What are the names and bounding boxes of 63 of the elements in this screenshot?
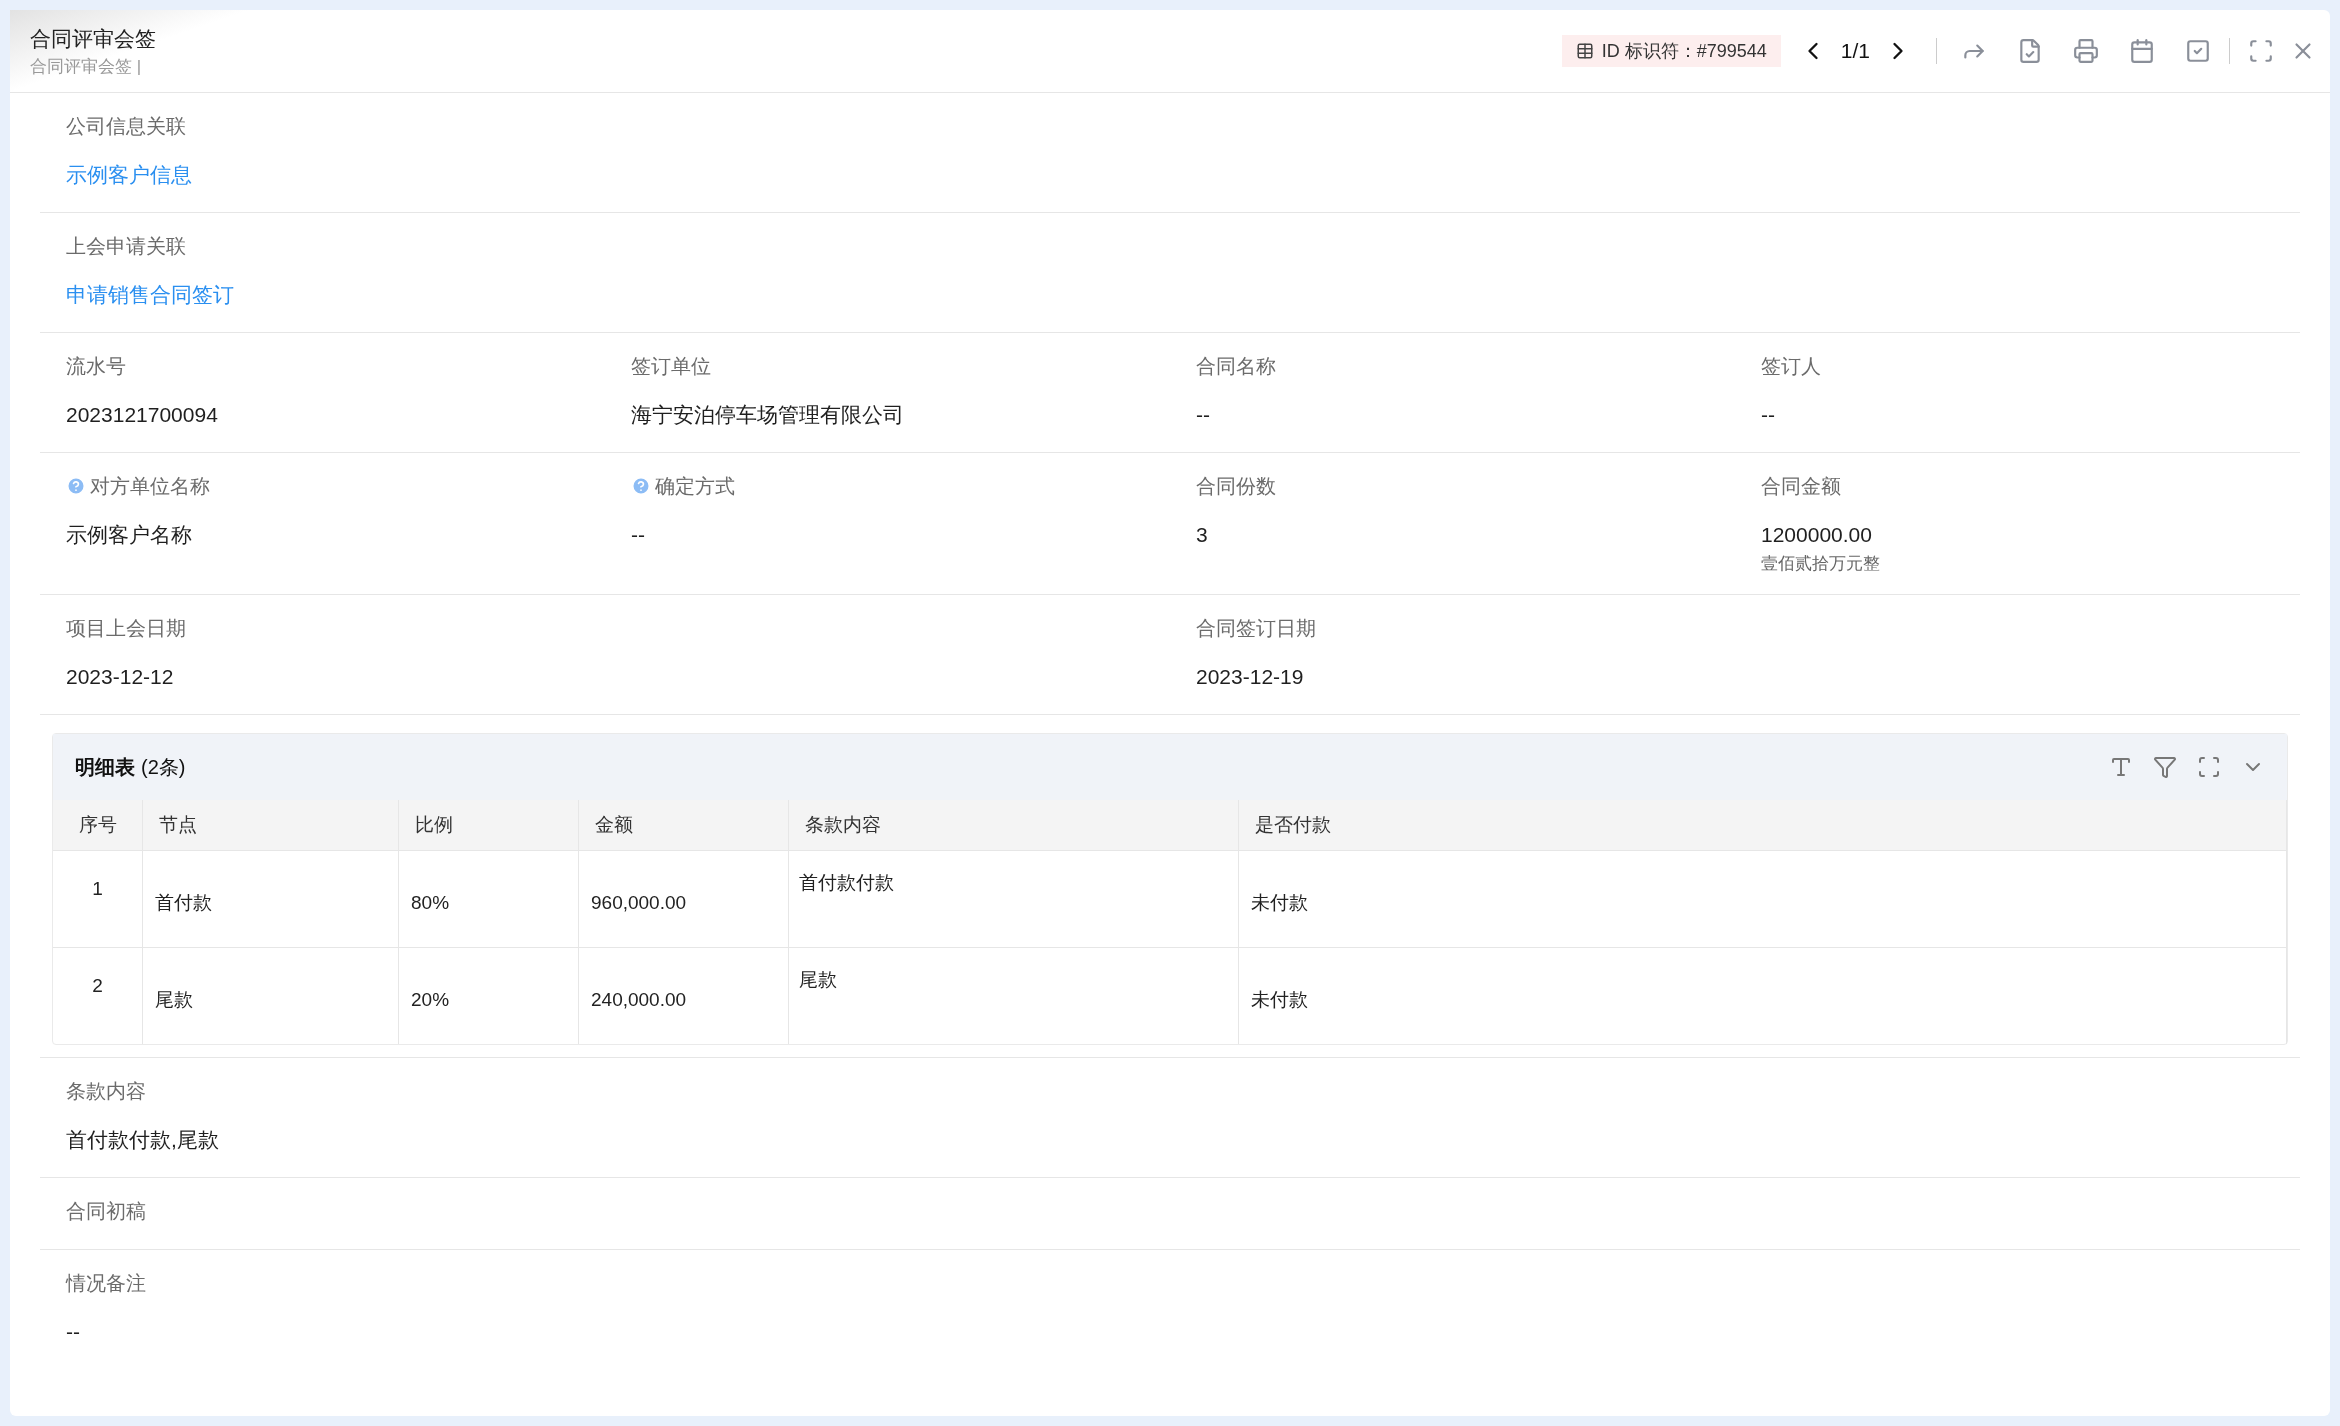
- field-label: 签订人: [1761, 354, 1821, 379]
- amount-in-words: 壹佰贰拾万元整: [1761, 552, 1880, 575]
- checkbox-icon[interactable]: [2185, 38, 2211, 64]
- field-value: 1200000.00: [1761, 522, 1872, 548]
- table-cell-text: 首付款付款: [799, 871, 894, 895]
- pager-text: 1/1: [1840, 38, 1870, 65]
- field-label: 项目上会日期: [66, 616, 186, 641]
- field-label: 对方单位名称: [90, 474, 210, 499]
- field-label: 上会申请关联: [66, 234, 186, 259]
- field-value: --: [66, 1319, 80, 1345]
- field-link[interactable]: 示例客户信息: [66, 159, 192, 191]
- table-cell-text: 未付款: [1251, 890, 1308, 915]
- table-cell-text: 1: [92, 877, 103, 901]
- column-header: 是否付款: [1255, 812, 1331, 837]
- field-value: --: [631, 522, 645, 548]
- column-header: 条款内容: [805, 812, 881, 837]
- field-link[interactable]: 申请销售合同签订: [66, 279, 234, 311]
- field-label: 签订单位: [631, 354, 711, 379]
- field-label: 合同初稿: [66, 1199, 146, 1224]
- column-header: 节点: [159, 812, 197, 837]
- field-value: 2023-12-19: [1196, 664, 1304, 690]
- filter-icon[interactable]: [2153, 755, 2177, 779]
- fullscreen-icon[interactable]: [2248, 38, 2274, 64]
- table-cell-text: 240,000.00: [591, 987, 687, 1012]
- field-label: 确定方式: [655, 474, 735, 499]
- field-value: --: [1196, 402, 1210, 428]
- column-header: 金额: [595, 812, 633, 837]
- field-value: 2023121700094: [66, 402, 218, 428]
- table-cell-text: 尾款: [799, 968, 837, 992]
- field-label: 合同名称: [1196, 354, 1276, 379]
- table-cell-text: 首付款: [155, 890, 212, 915]
- field-value: 首付款付款,尾款: [66, 1127, 219, 1153]
- table-cell-text: 尾款: [155, 987, 193, 1012]
- field-label: 合同签订日期: [1196, 616, 1316, 641]
- field-label: 条款内容: [66, 1079, 146, 1104]
- text-size-icon[interactable]: [2109, 755, 2133, 779]
- field-value: 示例客户名称: [66, 522, 192, 548]
- printer-icon[interactable]: [2073, 38, 2099, 64]
- field-value: 3: [1196, 522, 1208, 548]
- field-label: 流水号: [66, 354, 126, 379]
- table-cell-text: 80%: [411, 890, 450, 915]
- column-header: 比例: [415, 812, 453, 837]
- column-header: 序号: [78, 812, 117, 837]
- field-label: 公司信息关联: [66, 114, 186, 139]
- field-label: 合同份数: [1196, 474, 1276, 499]
- table-cell-text: 未付款: [1251, 987, 1308, 1012]
- calendar-icon[interactable]: [2129, 38, 2155, 64]
- field-value: --: [1761, 402, 1775, 428]
- table-cell-text: 20%: [411, 987, 450, 1012]
- field-value: 海宁安泊停车场管理有限公司: [631, 402, 904, 428]
- fullscreen-icon[interactable]: [2197, 755, 2221, 779]
- field-label: 合同金额: [1761, 474, 1841, 499]
- table-title: 明细表: [75, 755, 135, 780]
- table-cell-text: 2: [92, 974, 103, 998]
- table-icon: [1575, 42, 1594, 60]
- table-cell-text: 960,000.00: [591, 890, 687, 915]
- table-count: (2条): [141, 755, 186, 780]
- window-title: 合同评审会签: [30, 25, 157, 52]
- document-check-icon[interactable]: [2017, 38, 2043, 64]
- window-subtitle: 合同评审会签 |: [30, 56, 143, 78]
- field-label: 情况备注: [66, 1271, 146, 1296]
- id-text: ID 标识符：#799544: [1601, 39, 1767, 63]
- field-value: 2023-12-12: [66, 664, 174, 690]
